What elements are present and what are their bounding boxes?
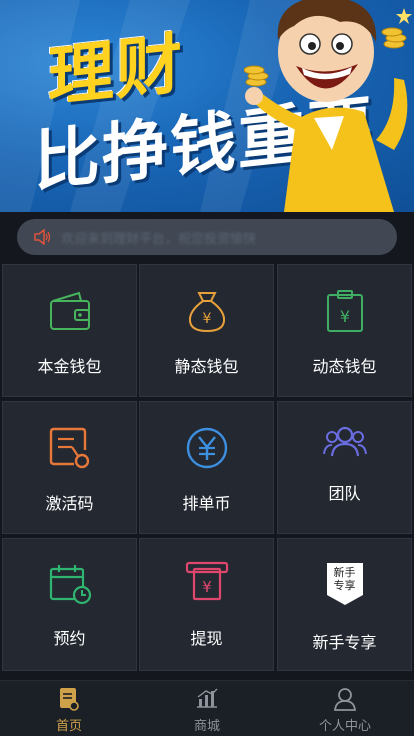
notice-section: 欢迎来到理财平台，祝您投资愉快: [0, 212, 414, 264]
newbie-badge-icon: 新手 专享: [325, 561, 365, 607]
svg-text:¥: ¥: [339, 307, 349, 326]
grid-item-reservation[interactable]: 预约: [2, 538, 137, 671]
grid-item-queue-coin[interactable]: 排单币: [139, 401, 274, 534]
notice-bar[interactable]: 欢迎来到理财平台，祝您投资愉快: [17, 219, 397, 255]
team-icon: [322, 426, 367, 457]
grid-item-principal-wallet[interactable]: 本金钱包: [2, 264, 137, 397]
grid-item-label: 排单币: [182, 494, 231, 513]
withdraw-atm-icon: ¥: [185, 561, 228, 601]
promo-banner[interactable]: 理财 比挣钱重要: [0, 0, 414, 212]
money-bag-icon: ¥: [188, 292, 225, 333]
tab-mall[interactable]: 商城: [138, 681, 276, 736]
grid-item-dynamic-wallet[interactable]: ¥ 动态钱包: [277, 264, 412, 397]
notice-text: 欢迎来到理财平台，祝您投资愉快: [61, 231, 257, 247]
grid-item-label: 预约: [53, 629, 86, 648]
grid-item-label: 团队: [328, 484, 361, 503]
badge-text-line1: 新手: [333, 566, 356, 579]
svg-text:¥: ¥: [202, 311, 211, 327]
grid-item-label: 动态钱包: [312, 357, 377, 376]
grid-item-label: 静态钱包: [174, 357, 239, 376]
grid-item-label: 提现: [190, 629, 223, 648]
home-doc-icon: [60, 688, 79, 711]
grid-item-static-wallet[interactable]: ¥ 静态钱包: [139, 264, 274, 397]
tab-home[interactable]: 首页: [0, 681, 138, 736]
cartoon-man-illustration: [244, 0, 412, 212]
speaker-icon: [34, 229, 51, 245]
feature-grid: 本金钱包 ¥ 静态钱包 ¥ 动态钱包 激活码 排单币 团队 预约 ¥ 提现 新手…: [0, 264, 414, 672]
tab-profile[interactable]: 个人中心: [276, 681, 414, 736]
tab-label: 首页: [55, 719, 82, 734]
grid-item-activation-code[interactable]: 激活码: [2, 401, 137, 534]
yen-coin-icon: [186, 427, 227, 469]
grid-item-withdraw[interactable]: ¥ 提现: [139, 538, 274, 671]
tab-label: 商城: [193, 719, 220, 734]
chart-mall-icon: [197, 688, 218, 708]
calendar-clock-icon: [49, 565, 91, 605]
clipboard-yen-icon: ¥: [326, 290, 363, 332]
grid-item-newbie-exclusive[interactable]: 新手 专享 新手专享: [277, 538, 412, 671]
activation-code-icon: [49, 427, 89, 469]
bottom-tab-bar: 首页 商城 个人中心: [0, 680, 414, 736]
grid-item-team[interactable]: 团队: [277, 401, 412, 534]
grid-item-label: 新手专享: [312, 633, 377, 652]
tab-label: 个人中心: [318, 719, 371, 734]
badge-text-line2: 专享: [333, 579, 356, 592]
grid-item-label: 本金钱包: [37, 357, 102, 376]
wallet-icon: [49, 291, 90, 330]
user-icon: [333, 688, 357, 711]
banner-title-line1: 理财: [48, 24, 184, 117]
grid-item-label: 激活码: [45, 494, 94, 513]
svg-text:¥: ¥: [202, 578, 212, 596]
